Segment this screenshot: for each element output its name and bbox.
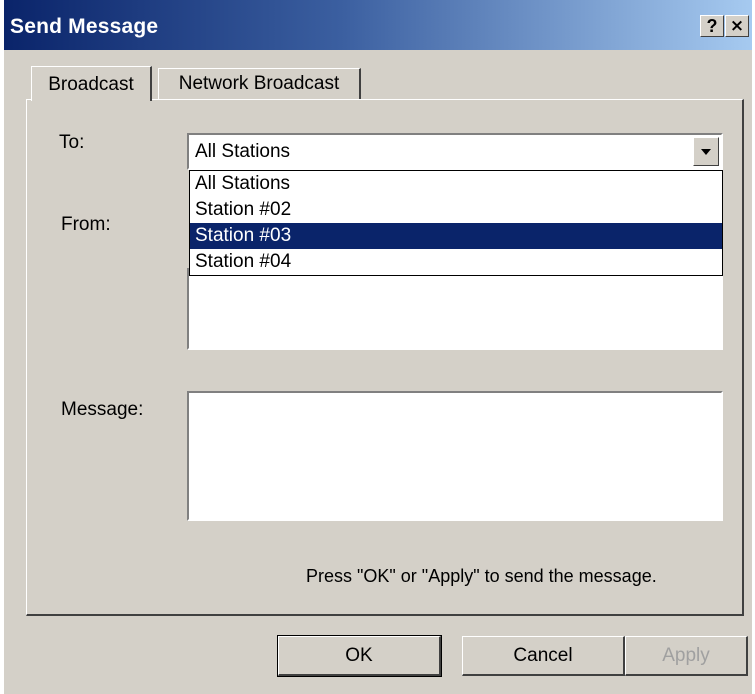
- dropdown-button[interactable]: [693, 137, 719, 166]
- cancel-button[interactable]: Cancel: [462, 636, 625, 676]
- from-label: From:: [61, 214, 111, 235]
- send-hint: Press "OK" or "Apply" to send the messag…: [306, 566, 657, 586]
- from-field[interactable]: [187, 268, 723, 350]
- dropdown-option-station-04[interactable]: Station #04: [190, 249, 722, 275]
- dropdown-option-station-02[interactable]: Station #02: [190, 197, 722, 223]
- dropdown-option-all-stations[interactable]: All Stations: [190, 171, 722, 197]
- title-bar[interactable]: Send Message ? ×: [4, 0, 752, 50]
- chevron-down-icon: [701, 149, 711, 155]
- apply-button[interactable]: Apply: [625, 636, 748, 676]
- dropdown-option-station-03[interactable]: Station #03: [190, 223, 722, 249]
- to-label: To:: [59, 132, 85, 153]
- to-dropdown-list: All Stations Station #02 Station #03 Sta…: [189, 170, 723, 276]
- tab-network-broadcast[interactable]: Network Broadcast: [158, 68, 361, 100]
- help-button[interactable]: ?: [700, 15, 724, 37]
- send-message-dialog: Send Message ? × Broadcast Network Broad…: [4, 0, 752, 694]
- ok-button[interactable]: OK: [277, 635, 442, 677]
- to-select-value: All Stations: [195, 141, 291, 162]
- message-label: Message:: [61, 399, 144, 420]
- to-select[interactable]: All Stations: [187, 133, 723, 170]
- message-field[interactable]: [187, 391, 723, 521]
- window-title: Send Message: [10, 15, 159, 38]
- tab-broadcast[interactable]: Broadcast: [31, 66, 152, 101]
- close-button[interactable]: ×: [725, 15, 749, 37]
